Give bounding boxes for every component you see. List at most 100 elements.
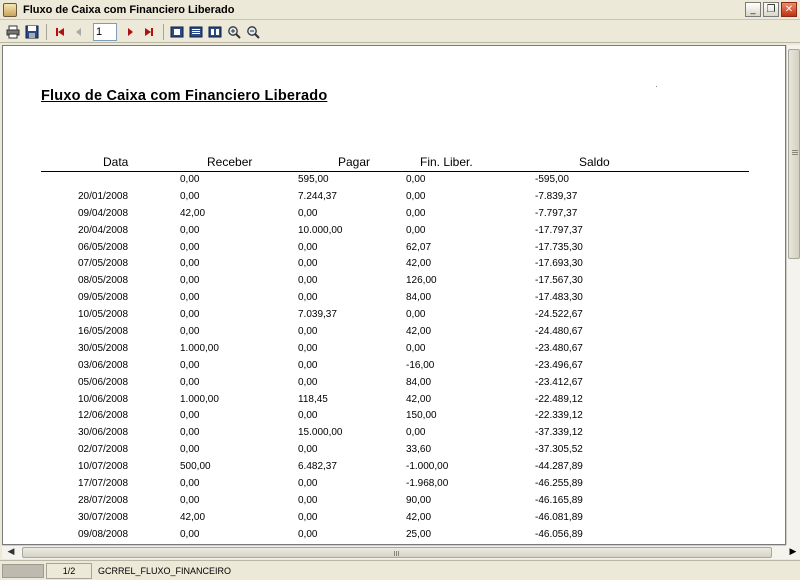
cell-data: 09/08/2008 (78, 528, 129, 540)
status-progress (2, 563, 44, 578)
table-row: 12/06/2008 0,00 0,00 150,00 -22.339,12 (3, 409, 785, 426)
cell-fin-liber: -16,00 (406, 359, 435, 371)
cell-receber: 0,00 (180, 410, 200, 422)
table-row: 16/05/2008 0,00 0,00 42,00 -24.480,67 (3, 325, 785, 342)
cell-saldo: -44.287,89 (535, 461, 583, 473)
cell-receber: 0,00 (180, 376, 200, 388)
cell-fin-liber: 0,00 (406, 174, 426, 185)
table-row: 30/07/2008 42,00 0,00 42,00 -46.081,89 (3, 511, 785, 528)
title-bar: Fluxo de Caixa com Financiero Liberado _… (0, 0, 800, 20)
window-controls: _ ❐ ✕ (745, 2, 797, 17)
cell-fin-liber: 62,07 (406, 241, 432, 253)
cell-receber: 0,00 (180, 258, 200, 270)
table-row: 20/01/2008 0,00 7.244,37 0,00 -7.839,37 (3, 190, 785, 207)
cell-saldo: -24.522,67 (535, 309, 583, 321)
vertical-scrollbar[interactable] (786, 45, 800, 545)
table-row: 06/05/2008 0,00 0,00 62,07 -17.735,30 (3, 241, 785, 258)
cell-pagar: 0,00 (298, 444, 318, 456)
prev-page-icon[interactable] (70, 23, 88, 41)
cell-saldo: -17.567,30 (535, 275, 583, 287)
cell-fin-liber: 0,00 (406, 309, 426, 321)
report-viewer[interactable]: Fluxo de Caixa com Financiero Liberado D… (2, 45, 786, 545)
horizontal-scrollbar[interactable]: ◀ (2, 545, 786, 559)
cell-saldo: -17.735,30 (535, 241, 583, 253)
cell-receber: 0,00 (180, 309, 200, 321)
cell-receber: 0,00 (180, 275, 200, 287)
cell-receber: 0,00 (180, 190, 200, 202)
app-icon[interactable] (3, 2, 17, 17)
status-bar: 1/2 GCRREL_FLUXO_FINANCEIRO (0, 560, 800, 580)
close-icon[interactable]: ✕ (781, 2, 797, 17)
cell-saldo: -23.480,67 (535, 342, 583, 354)
cell-fin-liber: 25,00 (406, 528, 432, 540)
cell-pagar: 0,00 (298, 478, 318, 490)
cell-saldo: -46.081,89 (535, 511, 583, 523)
scroll-right-icon[interactable]: ▶ (786, 545, 800, 559)
zoom-out-icon[interactable] (244, 23, 262, 41)
column-header-saldo: Saldo (579, 155, 610, 169)
cell-data: 05/06/2008 (78, 376, 129, 388)
cell-receber: 0,00 (180, 359, 200, 371)
cell-pagar: 0,00 (298, 292, 318, 304)
cell-pagar: 0,00 (298, 511, 318, 523)
first-page-icon[interactable] (51, 23, 69, 41)
toolbar-separator (46, 23, 47, 40)
print-icon[interactable] (4, 23, 22, 41)
page-width-icon[interactable] (206, 23, 224, 41)
maximize-icon[interactable]: ❐ (763, 2, 779, 17)
table-row: 02/07/2008 0,00 0,00 33,60 -37.305,52 (3, 443, 785, 460)
single-page-icon[interactable] (168, 23, 186, 41)
cell-pagar: 0,00 (298, 528, 318, 540)
column-header-fin-liber: Fin. Liber. (420, 155, 473, 169)
cell-saldo: -22.489,12 (535, 393, 583, 405)
multi-page-icon[interactable] (187, 23, 205, 41)
cell-fin-liber: 84,00 (406, 376, 432, 388)
last-page-icon[interactable] (140, 23, 158, 41)
table-row: 30/06/2008 0,00 15.000,00 0,00 -37.339,12 (3, 426, 785, 443)
scroll-left-icon[interactable]: ◀ (4, 546, 18, 559)
cell-fin-liber: 33,60 (406, 444, 432, 456)
zoom-in-icon[interactable] (225, 23, 243, 41)
cell-saldo: -37.339,12 (535, 427, 583, 439)
cell-fin-liber: 84,00 (406, 292, 432, 304)
cell-saldo: -7.839,37 (535, 190, 578, 202)
cell-receber: 0,00 (180, 326, 200, 338)
cell-receber: 1.000,00 (180, 393, 219, 405)
cell-pagar: 15.000,00 (298, 427, 343, 439)
window-title: Fluxo de Caixa com Financiero Liberado (23, 3, 235, 16)
minimize-icon[interactable]: _ (745, 2, 761, 17)
cell-pagar: 0,00 (298, 241, 318, 253)
cell-pagar: 7.039,37 (298, 309, 337, 321)
cell-saldo: -46.255,89 (535, 478, 583, 490)
column-header-data: Data (103, 155, 129, 169)
cell-receber: 42,00 (180, 511, 206, 523)
cell-data: 30/05/2008 (78, 342, 129, 354)
cell-receber: 1.000,00 (180, 342, 219, 354)
cell-pagar: 6.482,37 (298, 461, 337, 473)
toolbar (0, 21, 800, 43)
cell-data: 10/06/2008 (78, 393, 129, 405)
status-report-name: GCRREL_FLUXO_FINANCEIRO (98, 565, 232, 576)
horizontal-scroll-thumb[interactable] (22, 547, 772, 558)
cell-data: 03/06/2008 (78, 359, 129, 371)
cell-fin-liber: 42,00 (406, 258, 432, 270)
next-page-icon[interactable] (121, 23, 139, 41)
cell-receber: 0,00 (180, 292, 200, 304)
table-row: 30/05/2008 1.000,00 0,00 0,00 -23.480,67 (3, 342, 785, 359)
cell-saldo: -17.797,37 (535, 224, 583, 236)
page-number-input[interactable] (93, 22, 117, 41)
cell-fin-liber: 0,00 (406, 190, 426, 202)
report-table-body: 0,00 595,00 0,00 -595,00 20/01/2008 0,00 7.244… (3, 173, 785, 544)
cell-receber: 0,00 (180, 528, 200, 540)
cell-receber: 0,00 (180, 427, 200, 439)
column-header-pagar: Pagar (338, 155, 371, 169)
table-row: 10/06/2008 1.000,00 118,45 42,00 -22.489,12 (3, 393, 785, 410)
cell-fin-liber: 0,00 (406, 342, 426, 354)
cell-data: 30/07/2008 (78, 511, 129, 523)
cell-data: 06/05/2008 (78, 241, 129, 253)
vertical-scroll-thumb[interactable] (788, 49, 800, 259)
cell-receber: 500,00 (180, 461, 211, 473)
table-row: 10/07/2008 500,00 6.482,37 -1.000,00 -44.287… (3, 460, 785, 477)
cell-pagar: 0,00 (298, 207, 318, 219)
save-icon[interactable] (23, 23, 41, 41)
